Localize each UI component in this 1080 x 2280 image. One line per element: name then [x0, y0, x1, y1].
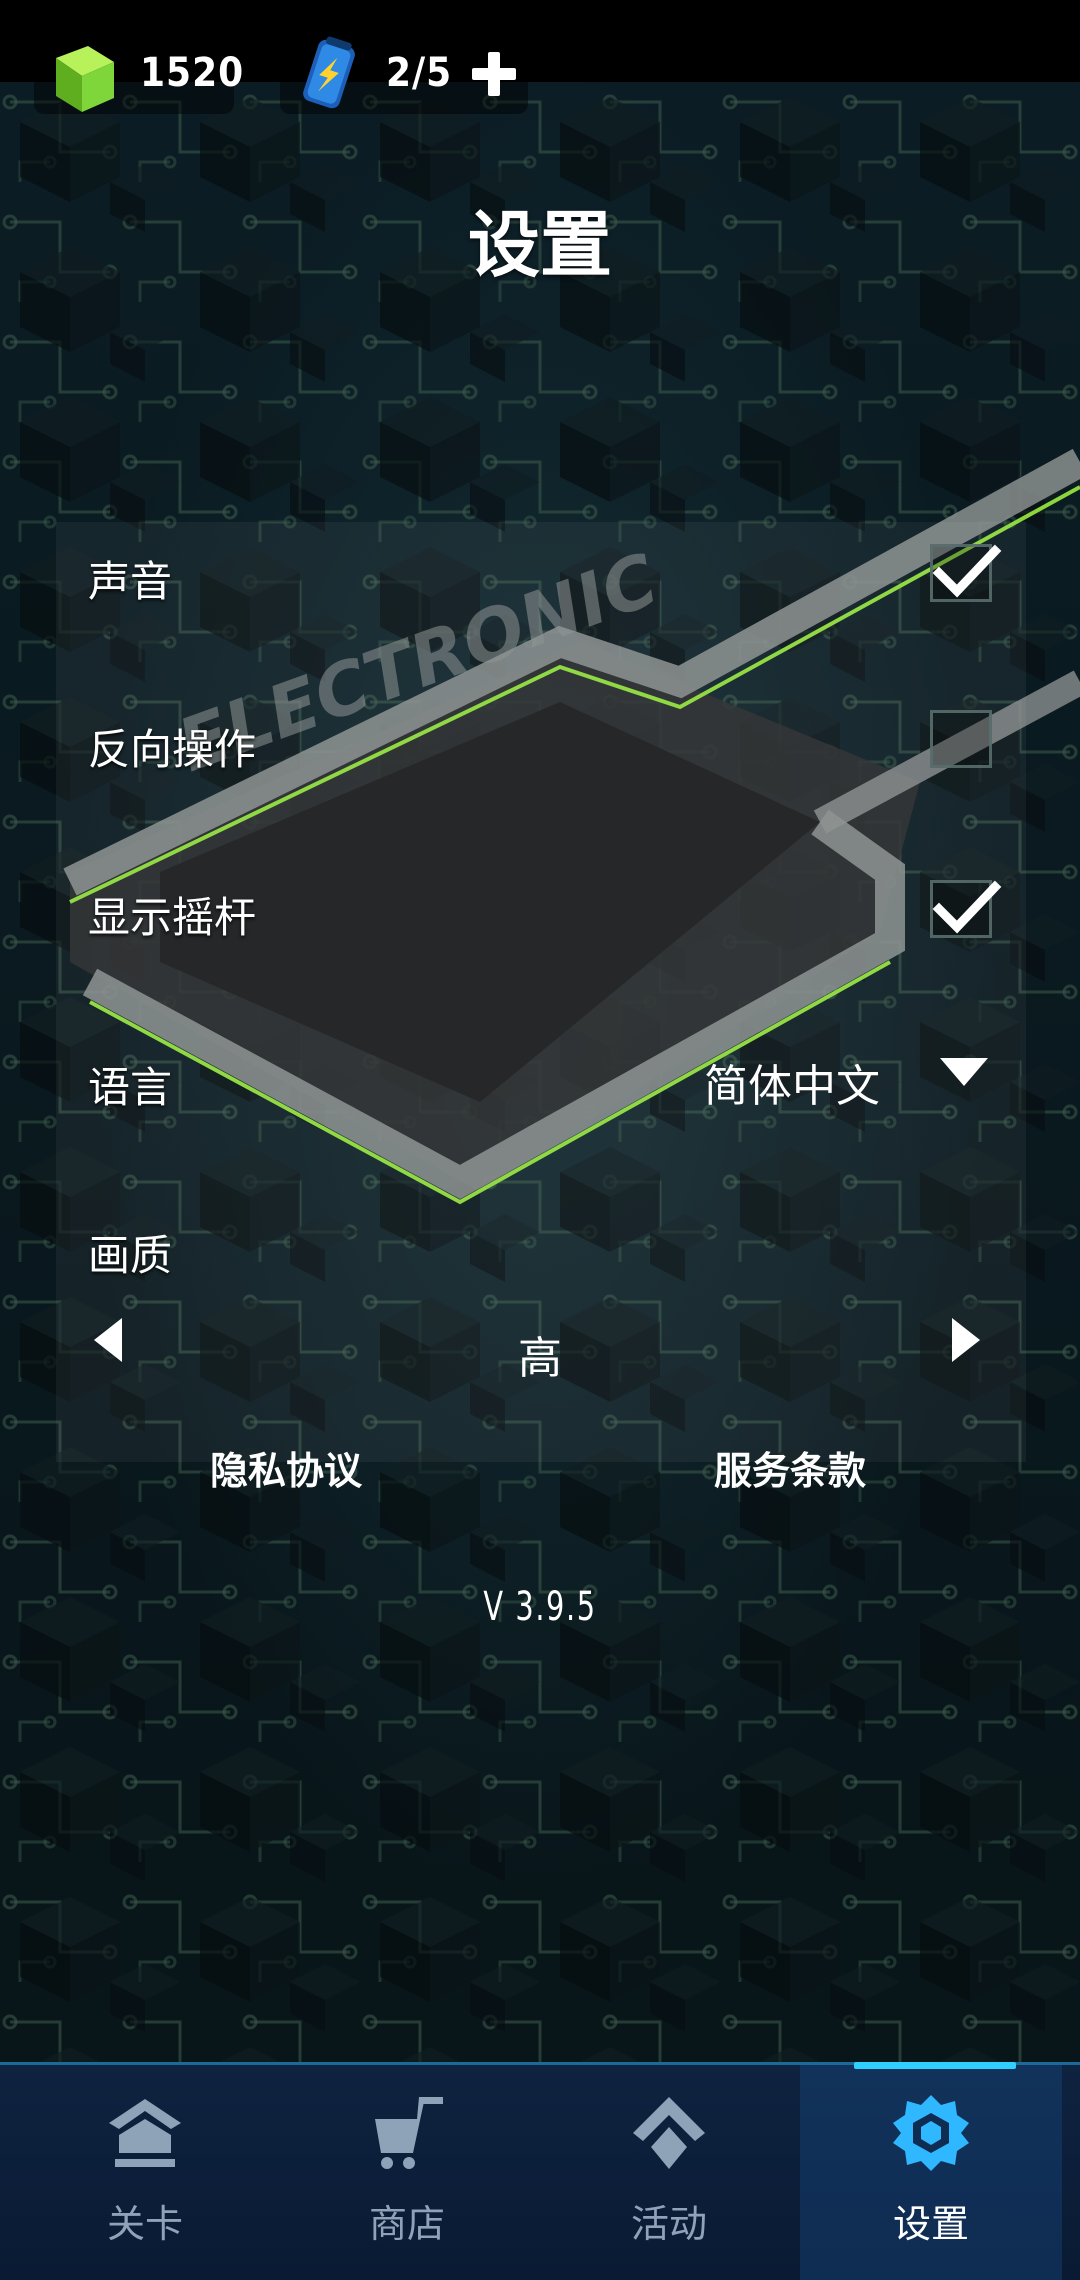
- tab-settings[interactable]: 设置: [800, 2065, 1062, 2280]
- sound-checkbox[interactable]: [930, 544, 1002, 602]
- plus-icon[interactable]: [466, 46, 522, 102]
- tab-shop[interactable]: 商店: [276, 2065, 538, 2280]
- sound-label: 声音: [88, 557, 173, 606]
- reverse-control-checkbox[interactable]: [930, 710, 992, 768]
- event-icon: [633, 2097, 705, 2169]
- quality-label: 画质: [88, 1231, 173, 1280]
- privacy-policy-link[interactable]: 隐私协议: [210, 1440, 362, 1495]
- page-title: 设置: [467, 203, 612, 287]
- tab-events-label: 活动: [630, 2202, 707, 2246]
- check-icon: [932, 544, 1002, 598]
- language-label: 语言: [88, 1063, 173, 1112]
- energy-value: 2/5: [386, 50, 453, 96]
- gear-icon: [893, 2095, 969, 2171]
- version-text: V 3.9.5: [483, 1584, 597, 1630]
- gems-value: 1520: [140, 50, 245, 96]
- gems-counter: 1520: [34, 34, 243, 114]
- language-value[interactable]: 简体中文: [704, 1050, 880, 1114]
- check-icon: [932, 880, 1002, 934]
- cart-icon: [375, 2097, 443, 2169]
- chevron-down-icon[interactable]: [940, 1058, 988, 1086]
- battery-icon: [303, 36, 355, 109]
- quality-next-arrow-icon[interactable]: [952, 1318, 980, 1362]
- show-joystick-checkbox[interactable]: [930, 880, 1002, 938]
- tab-events[interactable]: 活动: [538, 2065, 800, 2280]
- levels-icon: [109, 2099, 181, 2167]
- tab-shop-label: 商店: [368, 2202, 445, 2246]
- energy-counter: 2/5: [280, 34, 528, 114]
- quality-value: 高: [518, 1333, 562, 1384]
- tab-levels-label: 关卡: [106, 2202, 183, 2246]
- tab-settings-label: 设置: [892, 2202, 969, 2246]
- quality-prev-arrow-icon[interactable]: [94, 1318, 122, 1362]
- show-joystick-label: 显示摇杆: [88, 893, 257, 942]
- active-tab-indicator: [854, 2062, 1016, 2069]
- tab-levels[interactable]: 关卡: [14, 2065, 276, 2280]
- terms-of-service-link[interactable]: 服务条款: [714, 1440, 866, 1495]
- green-gem-icon: [56, 46, 114, 112]
- reverse-control-label: 反向操作: [88, 725, 257, 774]
- bottom-nav: 关卡 商店 活动 设置: [0, 2062, 1080, 2280]
